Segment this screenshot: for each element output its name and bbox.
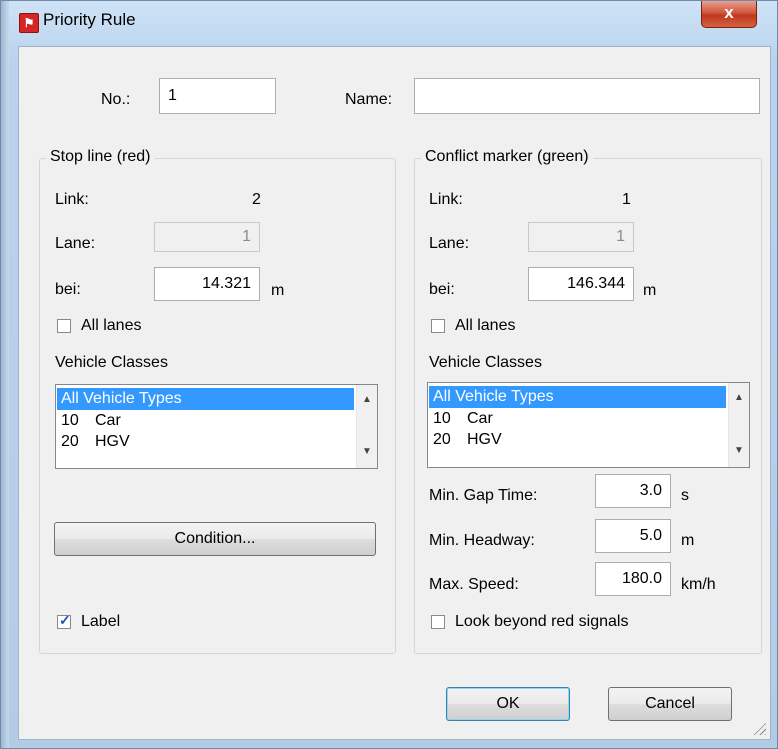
- list-item[interactable]: 20 HGV: [57, 431, 354, 453]
- conflict-marker-vehicle-classes-list[interactable]: All Vehicle Types 10 Car 20 HGV ▲ ▼: [427, 382, 750, 468]
- condition-button[interactable]: Condition...: [54, 522, 376, 556]
- window-left-edge: [1, 1, 9, 748]
- min-gap-time-input[interactable]: 3.0: [595, 474, 671, 508]
- min-headway-input[interactable]: 5.0: [595, 519, 671, 553]
- min-gap-time-label: Min. Gap Time:: [429, 487, 538, 504]
- label-checkbox-label: Label: [81, 613, 121, 630]
- label-checkbox[interactable]: ✓: [57, 612, 71, 629]
- name-input[interactable]: [414, 78, 760, 114]
- conflict-marker-list-scrollbar[interactable]: ▲ ▼: [728, 383, 749, 467]
- app-icon: ⚑: [19, 13, 39, 33]
- stop-line-all-lanes-label: All lanes: [81, 317, 142, 334]
- list-item[interactable]: 20 HGV: [429, 429, 726, 451]
- stop-line-at-unit: m: [271, 282, 285, 299]
- conflict-marker-at-input[interactable]: 146.344: [528, 267, 634, 301]
- priority-rule-dialog: ⚑ Priority Rule x No.: 1 Name: Stop line…: [0, 0, 778, 749]
- min-headway-unit: m: [681, 532, 695, 549]
- min-gap-time-unit: s: [681, 487, 689, 504]
- dialog-client-area: No.: 1 Name: Stop line (red) Link: 2 Lan…: [18, 46, 771, 740]
- arrow-up-icon[interactable]: ▲: [729, 389, 749, 407]
- stop-line-link-label: Link:: [55, 191, 89, 208]
- stop-line-group-title: Stop line (red): [46, 148, 155, 166]
- stop-line-all-lanes-checkbox[interactable]: [57, 319, 71, 333]
- ok-button[interactable]: OK: [446, 687, 570, 721]
- max-speed-unit: km/h: [681, 576, 716, 593]
- stop-line-at-input[interactable]: 14.321: [154, 267, 260, 301]
- stop-line-link-value: 2: [252, 191, 261, 208]
- name-label: Name:: [345, 91, 393, 108]
- min-headway-label: Min. Headway:: [429, 532, 535, 549]
- stop-line-vehicle-classes-label: Vehicle Classes: [55, 354, 168, 371]
- no-input[interactable]: 1: [159, 78, 276, 114]
- conflict-marker-link-value: 1: [622, 191, 631, 208]
- conflict-marker-at-unit: m: [643, 282, 657, 299]
- list-item[interactable]: 10 Car: [429, 408, 726, 430]
- conflict-marker-lane-label: Lane:: [429, 235, 470, 252]
- close-icon: x: [724, 3, 734, 22]
- window-title: Priority Rule: [43, 10, 136, 29]
- conflict-marker-group-title: Conflict marker (green): [421, 148, 593, 166]
- stop-line-at-label: bei:: [55, 281, 81, 298]
- conflict-marker-all-lanes-label: All lanes: [455, 317, 516, 334]
- arrow-up-icon[interactable]: ▲: [357, 391, 377, 409]
- cancel-button[interactable]: Cancel: [608, 687, 732, 721]
- conflict-marker-at-label: bei:: [429, 281, 455, 298]
- conflict-marker-link-label: Link:: [429, 191, 463, 208]
- resize-grip-icon[interactable]: [752, 721, 766, 735]
- look-beyond-red-checkbox[interactable]: [431, 615, 445, 629]
- stop-line-lane-label: Lane:: [55, 235, 96, 252]
- max-speed-label: Max. Speed:: [429, 576, 519, 593]
- checkmark-icon: ✓: [59, 612, 71, 628]
- conflict-marker-vehicle-classes-label: Vehicle Classes: [429, 354, 542, 371]
- list-item[interactable]: 10 Car: [57, 410, 354, 432]
- conflict-marker-lane-input[interactable]: 1: [528, 222, 634, 252]
- conflict-marker-all-lanes-checkbox[interactable]: [431, 319, 445, 333]
- list-item[interactable]: All Vehicle Types: [429, 386, 726, 408]
- arrow-down-icon[interactable]: ▼: [357, 443, 377, 461]
- list-item[interactable]: All Vehicle Types: [57, 388, 354, 410]
- stop-line-list-scrollbar[interactable]: ▲ ▼: [356, 385, 377, 468]
- close-button[interactable]: x: [701, 1, 757, 28]
- stop-line-lane-input[interactable]: 1: [154, 222, 260, 252]
- max-speed-input[interactable]: 180.0: [595, 562, 671, 596]
- stop-line-vehicle-classes-list[interactable]: All Vehicle Types 10 Car 20 HGV ▲ ▼: [55, 384, 378, 469]
- arrow-down-icon[interactable]: ▼: [729, 442, 749, 460]
- no-label: No.:: [101, 91, 131, 108]
- look-beyond-red-label: Look beyond red signals: [455, 613, 629, 630]
- title-bar[interactable]: ⚑ Priority Rule x: [1, 1, 777, 39]
